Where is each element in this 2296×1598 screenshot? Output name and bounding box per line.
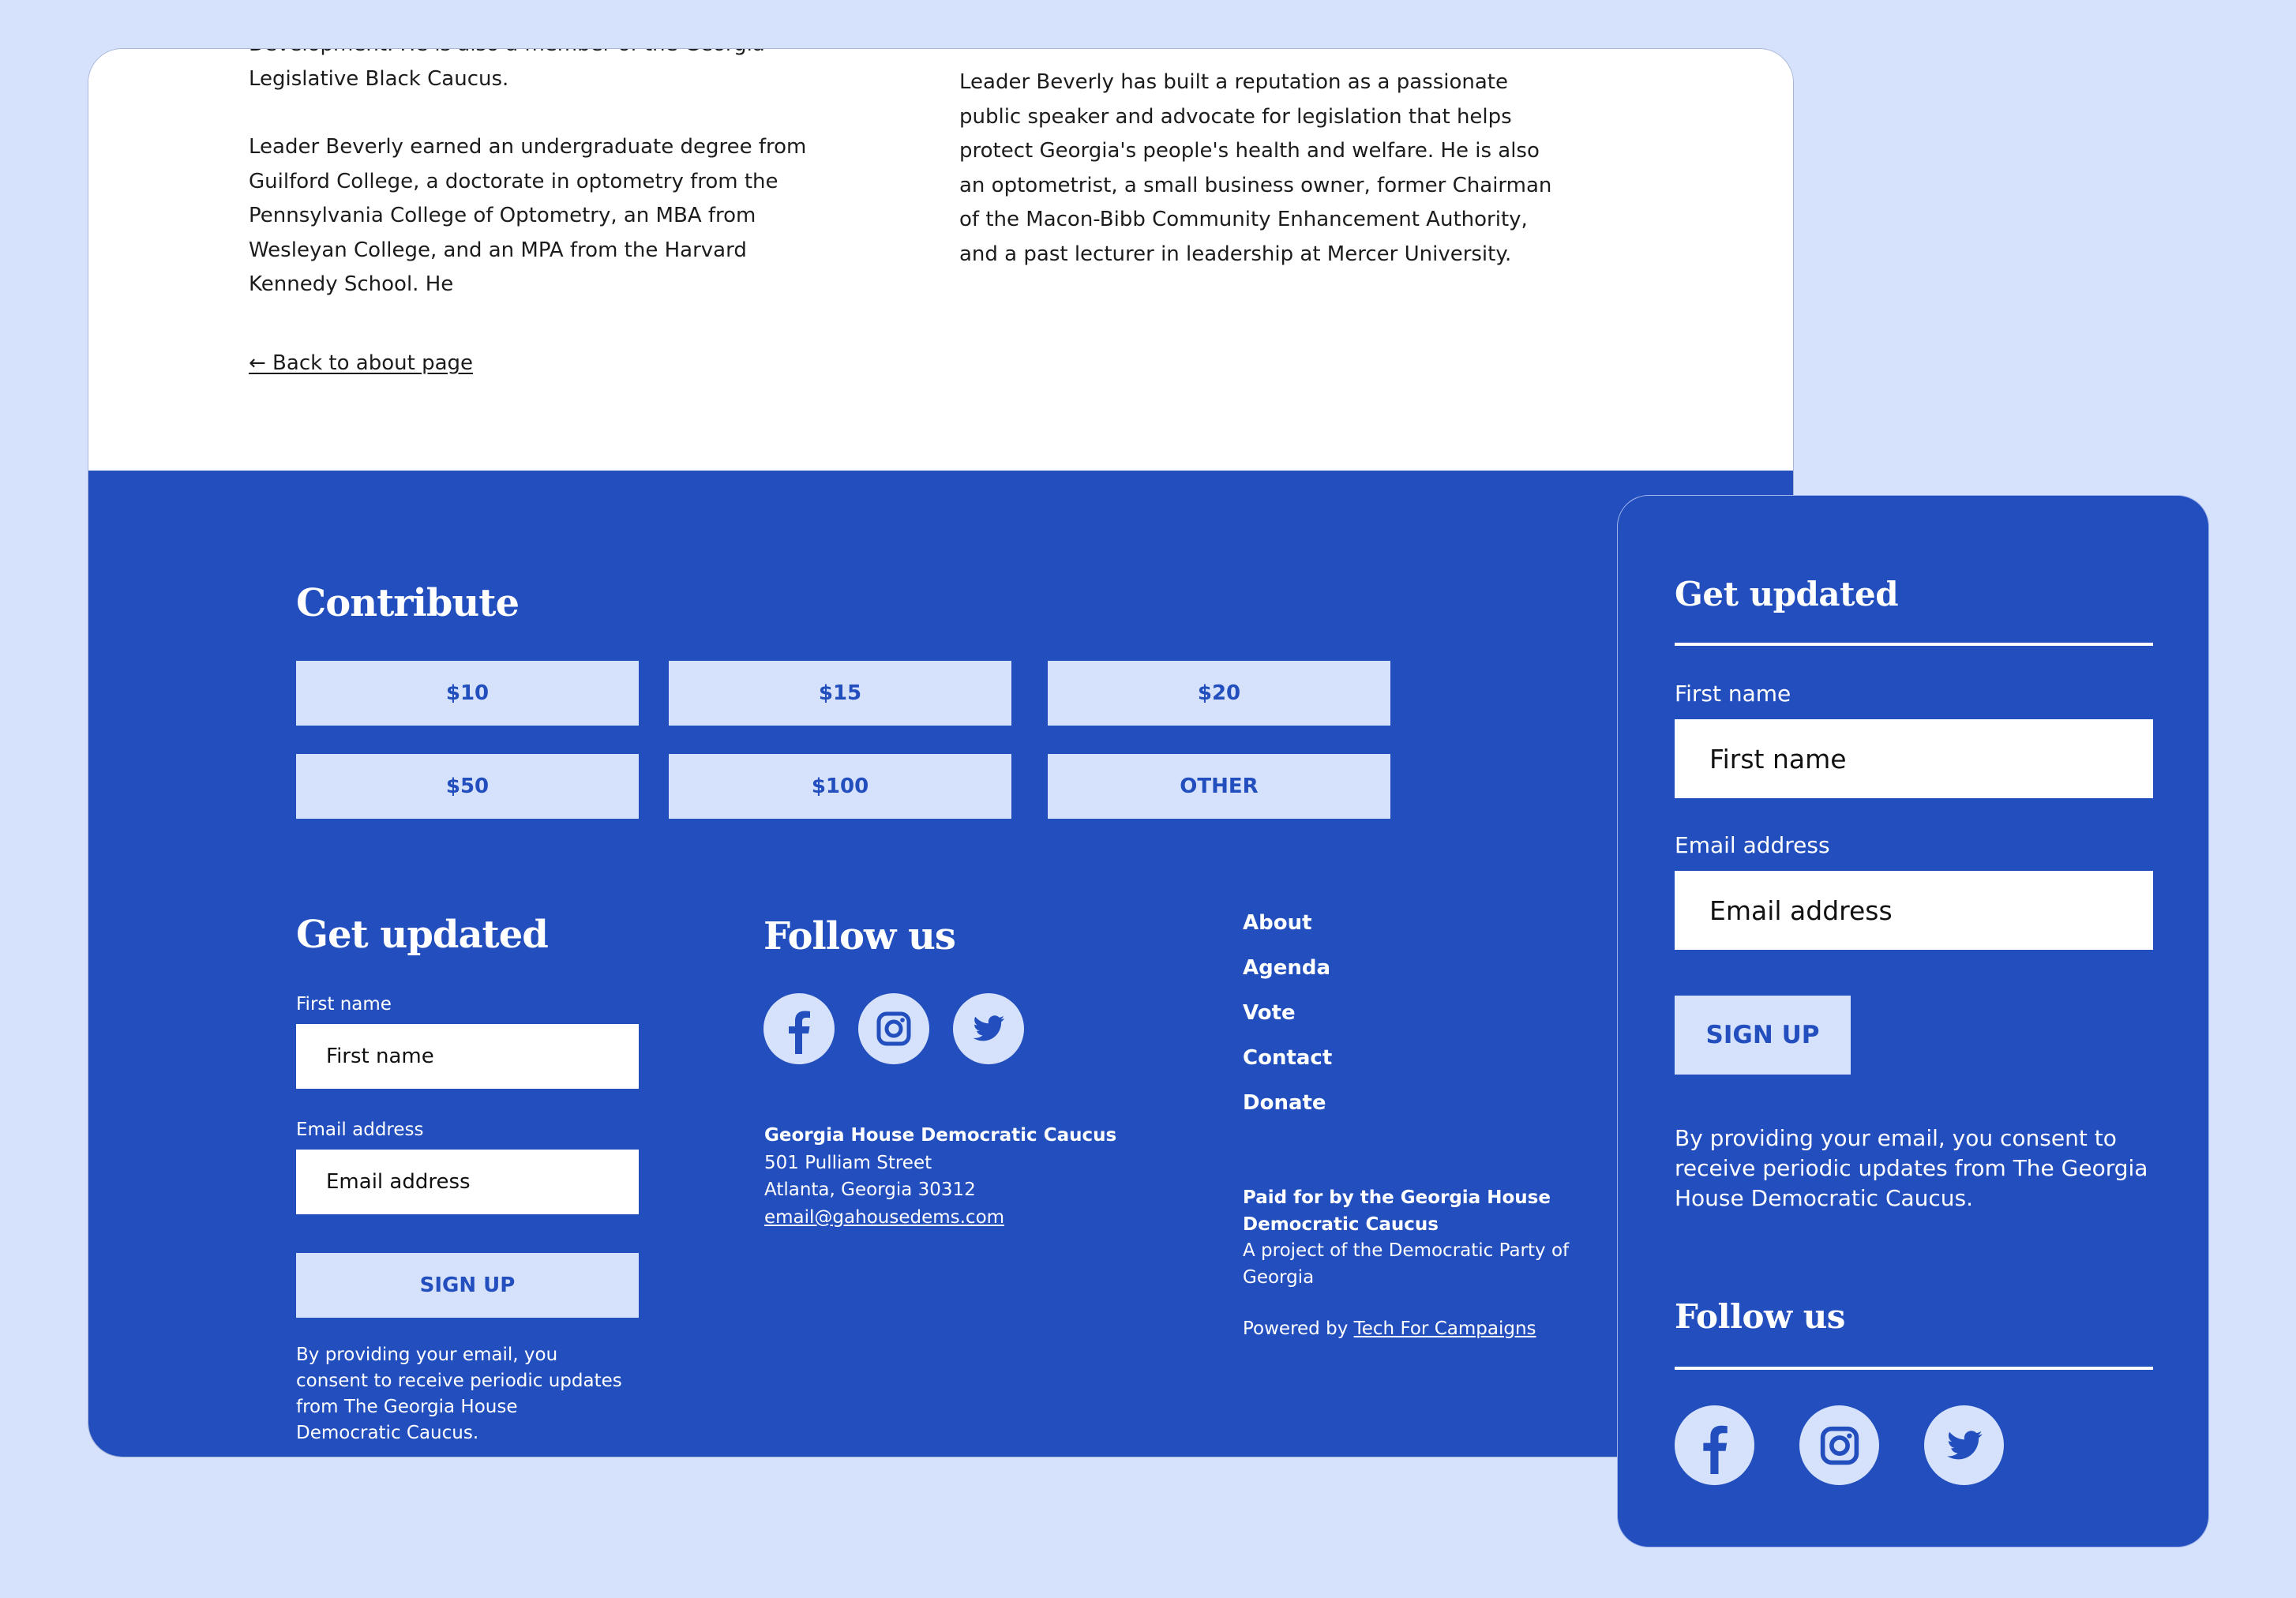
bio-paragraph: Leader Beverly has built a reputation as…	[959, 70, 1552, 266]
footer-nav-vote[interactable]: Vote	[1243, 1001, 1296, 1025]
org-name: Georgia House Democratic Caucus	[764, 1125, 1117, 1146]
mobile-get-updated-card: Get updated First name Email address SIG…	[1617, 495, 2209, 1547]
side-email-input[interactable]	[1675, 871, 2153, 950]
back-to-about-link[interactable]: ← Back to about page	[249, 351, 473, 375]
first-name-input[interactable]	[296, 1024, 639, 1089]
contribute-heading: Contribute	[296, 581, 520, 625]
side-follow-us-heading: Follow us	[1675, 1297, 1845, 1336]
side-sign-up-button[interactable]: SIGN UP	[1675, 996, 1851, 1075]
bio-paragraph: Leader Beverly earned an undergraduate d…	[249, 135, 807, 296]
side-first-name-label: First name	[1675, 681, 1791, 707]
first-name-label: First name	[296, 994, 392, 1015]
side-twitter-link[interactable]	[1924, 1405, 2004, 1485]
powered-by-prefix: Powered by	[1243, 1319, 1354, 1339]
donate-other-button[interactable]: OTHER	[1048, 754, 1390, 819]
follow-us-heading: Follow us	[763, 914, 956, 958]
instagram-link[interactable]	[858, 993, 929, 1064]
divider	[1675, 1367, 2153, 1370]
consent-text: By providing your email, you consent to …	[296, 1345, 622, 1443]
donate-20-button[interactable]: $20	[1048, 661, 1390, 726]
bio-cut-line: Development. He is also a member of the …	[249, 49, 849, 62]
donate-50-button[interactable]: $50	[296, 754, 639, 819]
get-updated-heading: Get updated	[296, 913, 549, 957]
bio-line: Legislative Black Caucus.	[249, 66, 509, 91]
divider	[1675, 643, 2153, 646]
bio-section: Development. He is also a member of the …	[88, 49, 1793, 471]
street-address: 501 Pulliam Street	[764, 1152, 932, 1173]
instagram-icon	[1820, 1426, 1859, 1465]
facebook-icon	[789, 1011, 810, 1054]
instagram-icon	[876, 1011, 911, 1046]
paid-for-text: Paid for by the Georgia House Democratic…	[1243, 1187, 1551, 1235]
site-footer: Contribute $10 $15 $20 $50 $100 OTHER Ge…	[88, 471, 1793, 1457]
side-consent-text: By providing your email, you consent to …	[1675, 1125, 2148, 1211]
footer-nav-about[interactable]: About	[1243, 911, 1312, 935]
twitter-link[interactable]	[953, 993, 1024, 1064]
contact-email-link[interactable]: email@gahousedems.com	[764, 1207, 1004, 1228]
bio-column-left: Development. He is also a member of the …	[249, 49, 849, 302]
email-input[interactable]	[296, 1150, 639, 1214]
city-address: Atlanta, Georgia 30312	[764, 1180, 976, 1200]
side-get-updated-heading: Get updated	[1675, 575, 1899, 613]
disclaimer-block: Paid for by the Georgia House Democratic…	[1243, 1185, 1590, 1291]
twitter-icon	[1946, 1430, 1983, 1459]
powered-by: Powered by Tech For Campaigns	[1243, 1319, 1536, 1339]
sign-up-button[interactable]: SIGN UP	[296, 1253, 639, 1318]
side-instagram-link[interactable]	[1799, 1405, 1879, 1485]
main-card: Development. He is also a member of the …	[88, 48, 1794, 1457]
donate-100-button[interactable]: $100	[669, 754, 1011, 819]
side-first-name-input[interactable]	[1675, 719, 2153, 798]
bio-column-right: Leader Beverly has built a reputation as…	[959, 66, 1559, 272]
side-email-label: Email address	[1675, 832, 1830, 858]
side-facebook-link[interactable]	[1675, 1405, 1754, 1485]
donate-15-button[interactable]: $15	[669, 661, 1011, 726]
email-label: Email address	[296, 1120, 424, 1140]
tech-for-campaigns-link[interactable]: Tech For Campaigns	[1354, 1319, 1536, 1339]
donate-10-button[interactable]: $10	[296, 661, 639, 726]
twitter-icon	[973, 1015, 1005, 1041]
project-of-text: A project of the Democratic Party of Geo…	[1243, 1240, 1570, 1288]
address-block: Georgia House Democratic Caucus 501 Pull…	[764, 1122, 1116, 1231]
facebook-icon	[1702, 1425, 1728, 1474]
footer-nav-agenda[interactable]: Agenda	[1243, 956, 1330, 980]
footer-nav-contact[interactable]: Contact	[1243, 1046, 1332, 1070]
footer-nav-donate[interactable]: Donate	[1243, 1091, 1326, 1115]
facebook-link[interactable]	[763, 993, 835, 1064]
